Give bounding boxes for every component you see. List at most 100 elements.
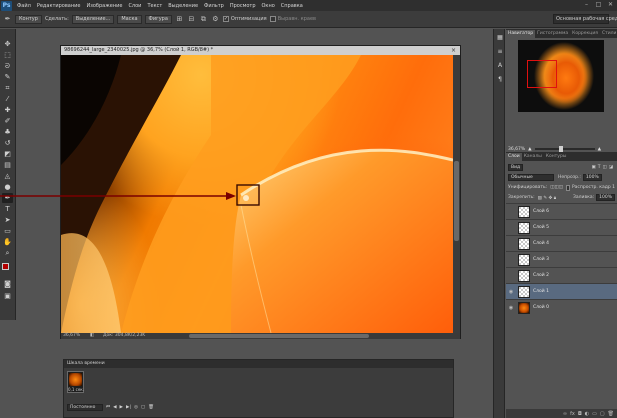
- delete-frame-icon[interactable]: 🗑︎: [148, 405, 154, 410]
- zoom-readout[interactable]: 36,67%: [63, 333, 80, 339]
- screen-mode-icon[interactable]: ▣: [2, 291, 13, 301]
- close-button[interactable]: ✕: [606, 1, 615, 9]
- make-mask-button[interactable]: Маска: [117, 14, 142, 24]
- clone-stamp-tool-icon[interactable]: ♣: [2, 127, 13, 137]
- horizontal-scroll-thumb[interactable]: [189, 334, 369, 338]
- zoom-in-icon[interactable]: ▲: [598, 147, 601, 152]
- zoom-tool-icon[interactable]: ⌕: [2, 248, 13, 258]
- new-group-icon[interactable]: ▭: [592, 411, 597, 417]
- move-tool-icon[interactable]: ✥: [2, 39, 13, 49]
- menu-item-5[interactable]: Выделение: [165, 3, 201, 9]
- adjustment-layer-icon[interactable]: ◐: [585, 411, 589, 417]
- blend-mode-select[interactable]: Обычные: [508, 174, 554, 181]
- layer-filter-icons[interactable]: ▣T◫◪: [591, 165, 615, 170]
- tab-adjustments[interactable]: Коррекция: [570, 30, 600, 38]
- layer-row[interactable]: Слой 4: [506, 235, 617, 251]
- trash-icon[interactable]: 🗑︎: [608, 411, 614, 417]
- quick-mask-icon[interactable]: ◙: [2, 279, 13, 289]
- marquee-tool-icon[interactable]: ⬚: [2, 50, 13, 60]
- layer-style-icon[interactable]: fx: [570, 411, 575, 417]
- pen-tool-icon[interactable]: ✒: [3, 15, 12, 24]
- duplicate-frame-icon[interactable]: ▢: [141, 405, 145, 410]
- menu-item-0[interactable]: Файл: [14, 3, 34, 9]
- auto-add-delete-checkbox[interactable]: ✓: [222, 16, 229, 22]
- document-tab[interactable]: 98696244_large_2340025.jpg @ 36,7% (Слой…: [61, 46, 460, 55]
- play-icon[interactable]: ▶: [120, 405, 123, 410]
- workspace-select[interactable]: Основная рабочая среда: [553, 14, 617, 24]
- prev-frame-icon[interactable]: ◀: [113, 405, 116, 410]
- history-panel-icon[interactable]: ▦: [495, 33, 505, 43]
- menu-item-1[interactable]: Редактирование: [34, 3, 84, 9]
- make-shape-button[interactable]: Фигура: [144, 14, 172, 24]
- gradient-tool-icon[interactable]: ▤: [2, 160, 13, 170]
- maximize-button[interactable]: □: [594, 1, 603, 9]
- navigator-zoom-value[interactable]: 36,67%: [508, 147, 525, 152]
- layer-row[interactable]: ◉ Слой 1: [506, 283, 617, 299]
- path-selection-tool-icon[interactable]: ➤: [2, 215, 13, 225]
- first-frame-icon[interactable]: ⏮: [106, 404, 110, 410]
- tab-paths[interactable]: Контуры: [544, 153, 569, 161]
- status-menu-icon[interactable]: ◧: [90, 333, 94, 339]
- make-selection-button[interactable]: Выделение...: [71, 14, 115, 24]
- tab-navigator[interactable]: Навигатор: [506, 30, 536, 38]
- type-tool-icon[interactable]: T: [2, 204, 13, 214]
- eraser-tool-icon[interactable]: ◩: [2, 149, 13, 159]
- layer-row[interactable]: Слой 6: [506, 203, 617, 219]
- eye-icon[interactable]: ◉: [506, 305, 516, 311]
- path-alignment-icon[interactable]: ⊟: [187, 15, 196, 24]
- layer-row[interactable]: Слой 3: [506, 251, 617, 267]
- tool-mode-select[interactable]: Контур: [15, 14, 42, 24]
- new-layer-icon[interactable]: ▢: [600, 411, 605, 417]
- zoom-out-icon[interactable]: ▲: [528, 147, 531, 152]
- layer-row[interactable]: Слой 2: [506, 267, 617, 283]
- layer-row[interactable]: ◉ Слой 0: [506, 299, 617, 315]
- menu-item-7[interactable]: Просмотр: [227, 3, 259, 9]
- menu-item-8[interactable]: Окно: [259, 3, 278, 9]
- minimize-button[interactable]: –: [582, 1, 591, 9]
- align-edges-checkbox[interactable]: [269, 16, 276, 22]
- tab-layers[interactable]: Слои: [506, 153, 522, 161]
- timeline-title[interactable]: Шкала времени: [64, 360, 453, 368]
- propagate-checkbox[interactable]: [565, 184, 570, 191]
- loop-select[interactable]: Постоянно: [67, 403, 103, 411]
- brush-tool-icon[interactable]: ✐: [2, 116, 13, 126]
- add-mask-icon[interactable]: ◘: [578, 411, 582, 417]
- eye-icon[interactable]: ◉: [506, 289, 516, 295]
- next-frame-icon[interactable]: ▶|: [126, 405, 131, 410]
- tab-histogram[interactable]: Гистограмма: [535, 30, 570, 38]
- dodge-tool-icon[interactable]: ●: [2, 182, 13, 192]
- zoom-slider[interactable]: [534, 146, 595, 152]
- layer-kind-select[interactable]: Вид: [508, 164, 524, 171]
- path-operations-icon[interactable]: ⊞: [175, 15, 184, 24]
- timeline-frame[interactable]: 0,1 сек.: [67, 371, 84, 393]
- tab-channels[interactable]: Каналы: [522, 153, 544, 161]
- frame-delay[interactable]: 0,1 сек.: [68, 387, 84, 392]
- tab-styles[interactable]: Стили: [600, 30, 617, 38]
- link-layers-icon[interactable]: ∞: [563, 411, 567, 417]
- character-panel-icon[interactable]: A: [495, 61, 505, 71]
- menu-item-3[interactable]: Слои: [125, 3, 144, 9]
- fill-field[interactable]: 100%: [596, 194, 615, 201]
- crop-tool-icon[interactable]: ⌗: [2, 83, 13, 93]
- actions-panel-icon[interactable]: ≡: [495, 47, 505, 57]
- vertical-scroll-thumb[interactable]: [454, 161, 459, 241]
- path-arrange-icon[interactable]: ⧉: [199, 15, 208, 24]
- history-brush-tool-icon[interactable]: ↺: [2, 138, 13, 148]
- menu-item-6[interactable]: Фильтр: [201, 3, 227, 9]
- healing-tool-icon[interactable]: ✚: [2, 105, 13, 115]
- menu-item-9[interactable]: Справка: [278, 3, 306, 9]
- layer-row[interactable]: Слой 5: [506, 219, 617, 235]
- navigator-preview[interactable]: [518, 40, 604, 112]
- blur-tool-icon[interactable]: ◬: [2, 171, 13, 181]
- shape-tool-icon[interactable]: ▭: [2, 226, 13, 236]
- vertical-scrollbar[interactable]: [453, 55, 460, 333]
- navigator-view-box[interactable]: [527, 60, 557, 88]
- hand-tool-icon[interactable]: ✋: [2, 237, 13, 247]
- lock-icons[interactable]: ▨ ✎ ✥ 🔒︎: [538, 195, 556, 201]
- eyedropper-tool-icon[interactable]: ⁄: [2, 94, 13, 104]
- tween-icon[interactable]: ◎: [134, 405, 138, 410]
- pen-tool-icon[interactable]: ✒: [2, 193, 13, 203]
- gear-icon[interactable]: ⚙: [211, 15, 220, 24]
- foreground-color-swatch[interactable]: [2, 263, 13, 274]
- menu-item-2[interactable]: Изображение: [83, 3, 125, 9]
